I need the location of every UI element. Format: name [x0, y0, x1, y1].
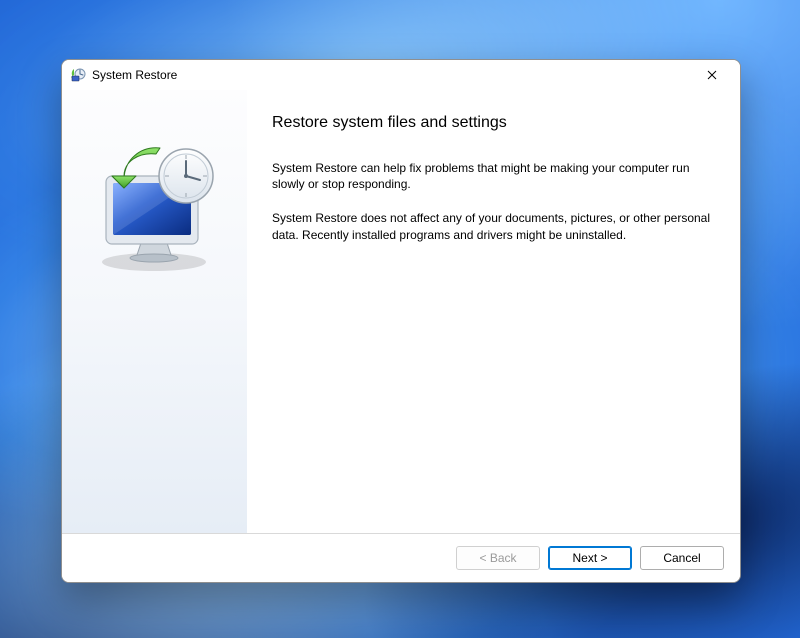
system-restore-dialog: System Restore	[61, 59, 741, 583]
restore-illustration	[82, 140, 227, 275]
description-paragraph-1: System Restore can help fix problems tha…	[272, 160, 710, 192]
next-button[interactable]: Next >	[548, 546, 632, 570]
page-heading: Restore system files and settings	[272, 114, 710, 132]
desktop-background: System Restore	[0, 0, 800, 638]
system-restore-icon	[70, 67, 86, 83]
cancel-button[interactable]: Cancel	[640, 546, 724, 570]
wizard-main-panel: Restore system files and settings System…	[248, 90, 740, 533]
description-paragraph-2: System Restore does not affect any of yo…	[272, 210, 710, 242]
titlebar[interactable]: System Restore	[62, 60, 740, 90]
wizard-footer: < Back Next > Cancel	[62, 533, 740, 582]
close-button[interactable]	[690, 61, 734, 89]
back-button: < Back	[456, 546, 540, 570]
window-title: System Restore	[92, 68, 177, 82]
close-icon	[707, 70, 717, 80]
wizard-side-panel	[62, 90, 248, 533]
